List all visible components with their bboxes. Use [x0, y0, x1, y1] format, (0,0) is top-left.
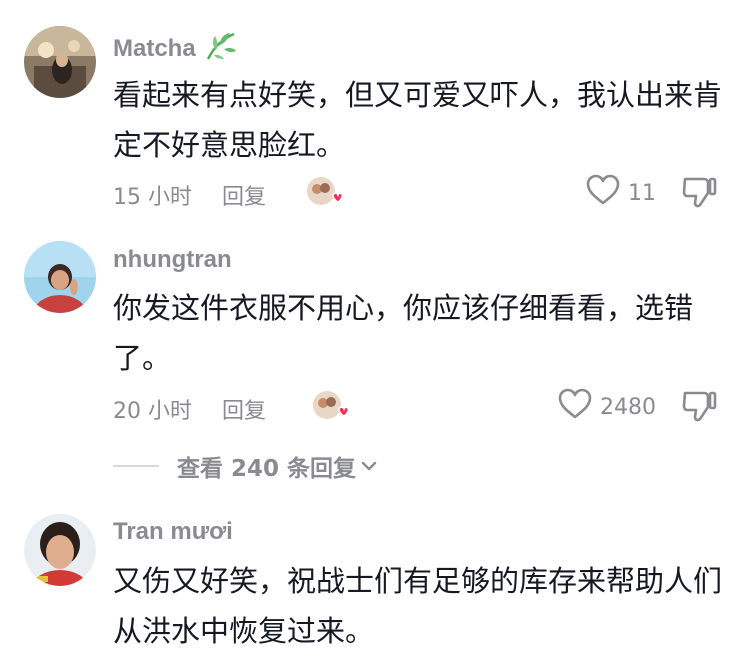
username[interactable]: Matcha — [113, 31, 238, 68]
username-text[interactable]: Matcha — [113, 35, 196, 62]
like-button[interactable]: 2480 — [558, 388, 656, 426]
timestamp: 15 小时 — [113, 185, 192, 210]
leaf-icon — [204, 31, 238, 68]
avatar[interactable] — [24, 514, 96, 586]
dislike-button[interactable] — [682, 389, 718, 427]
comment-text: 你发这件衣服不用心，你应该仔细看看，选错了。 — [113, 291, 694, 375]
like-count: 11 — [628, 180, 656, 206]
comment-meta: 15 小时 回复 — [113, 179, 266, 211]
thumbs-down-icon — [682, 177, 718, 213]
heart-icon — [558, 388, 600, 426]
reply-button[interactable]: 回复 — [222, 185, 266, 210]
thumbs-down-icon — [682, 391, 718, 427]
dislike-button[interactable] — [682, 175, 718, 213]
timestamp: 20 小时 — [113, 399, 192, 424]
avatar[interactable] — [24, 26, 96, 98]
chevron-down-icon — [356, 453, 378, 479]
comment-text: 又伤又好笑，祝战士们有足够的库存来帮助人们从洪水中恢复过来。 — [113, 564, 723, 648]
divider-line — [113, 465, 159, 467]
creator-liked-avatar — [312, 390, 349, 424]
view-replies-button[interactable]: 查看 240 条回复 — [113, 449, 378, 483]
username[interactable]: nhungtran — [113, 246, 232, 274]
creator-liked-avatar — [306, 176, 343, 210]
avatar[interactable] — [24, 241, 96, 313]
heart-icon — [586, 174, 628, 212]
view-replies-label[interactable]: 查看 240 条回复 — [177, 449, 356, 483]
comment-text: 看起来有点好笑，但又可爱又吓人，我认出来肯定不好意思脸红。 — [113, 78, 723, 162]
comment-meta: 20 小时 回复 — [113, 393, 266, 425]
like-button[interactable]: 11 — [586, 174, 656, 212]
username[interactable]: Tran mươi — [113, 518, 233, 546]
like-count: 2480 — [600, 394, 656, 420]
reply-button[interactable]: 回复 — [222, 399, 266, 424]
